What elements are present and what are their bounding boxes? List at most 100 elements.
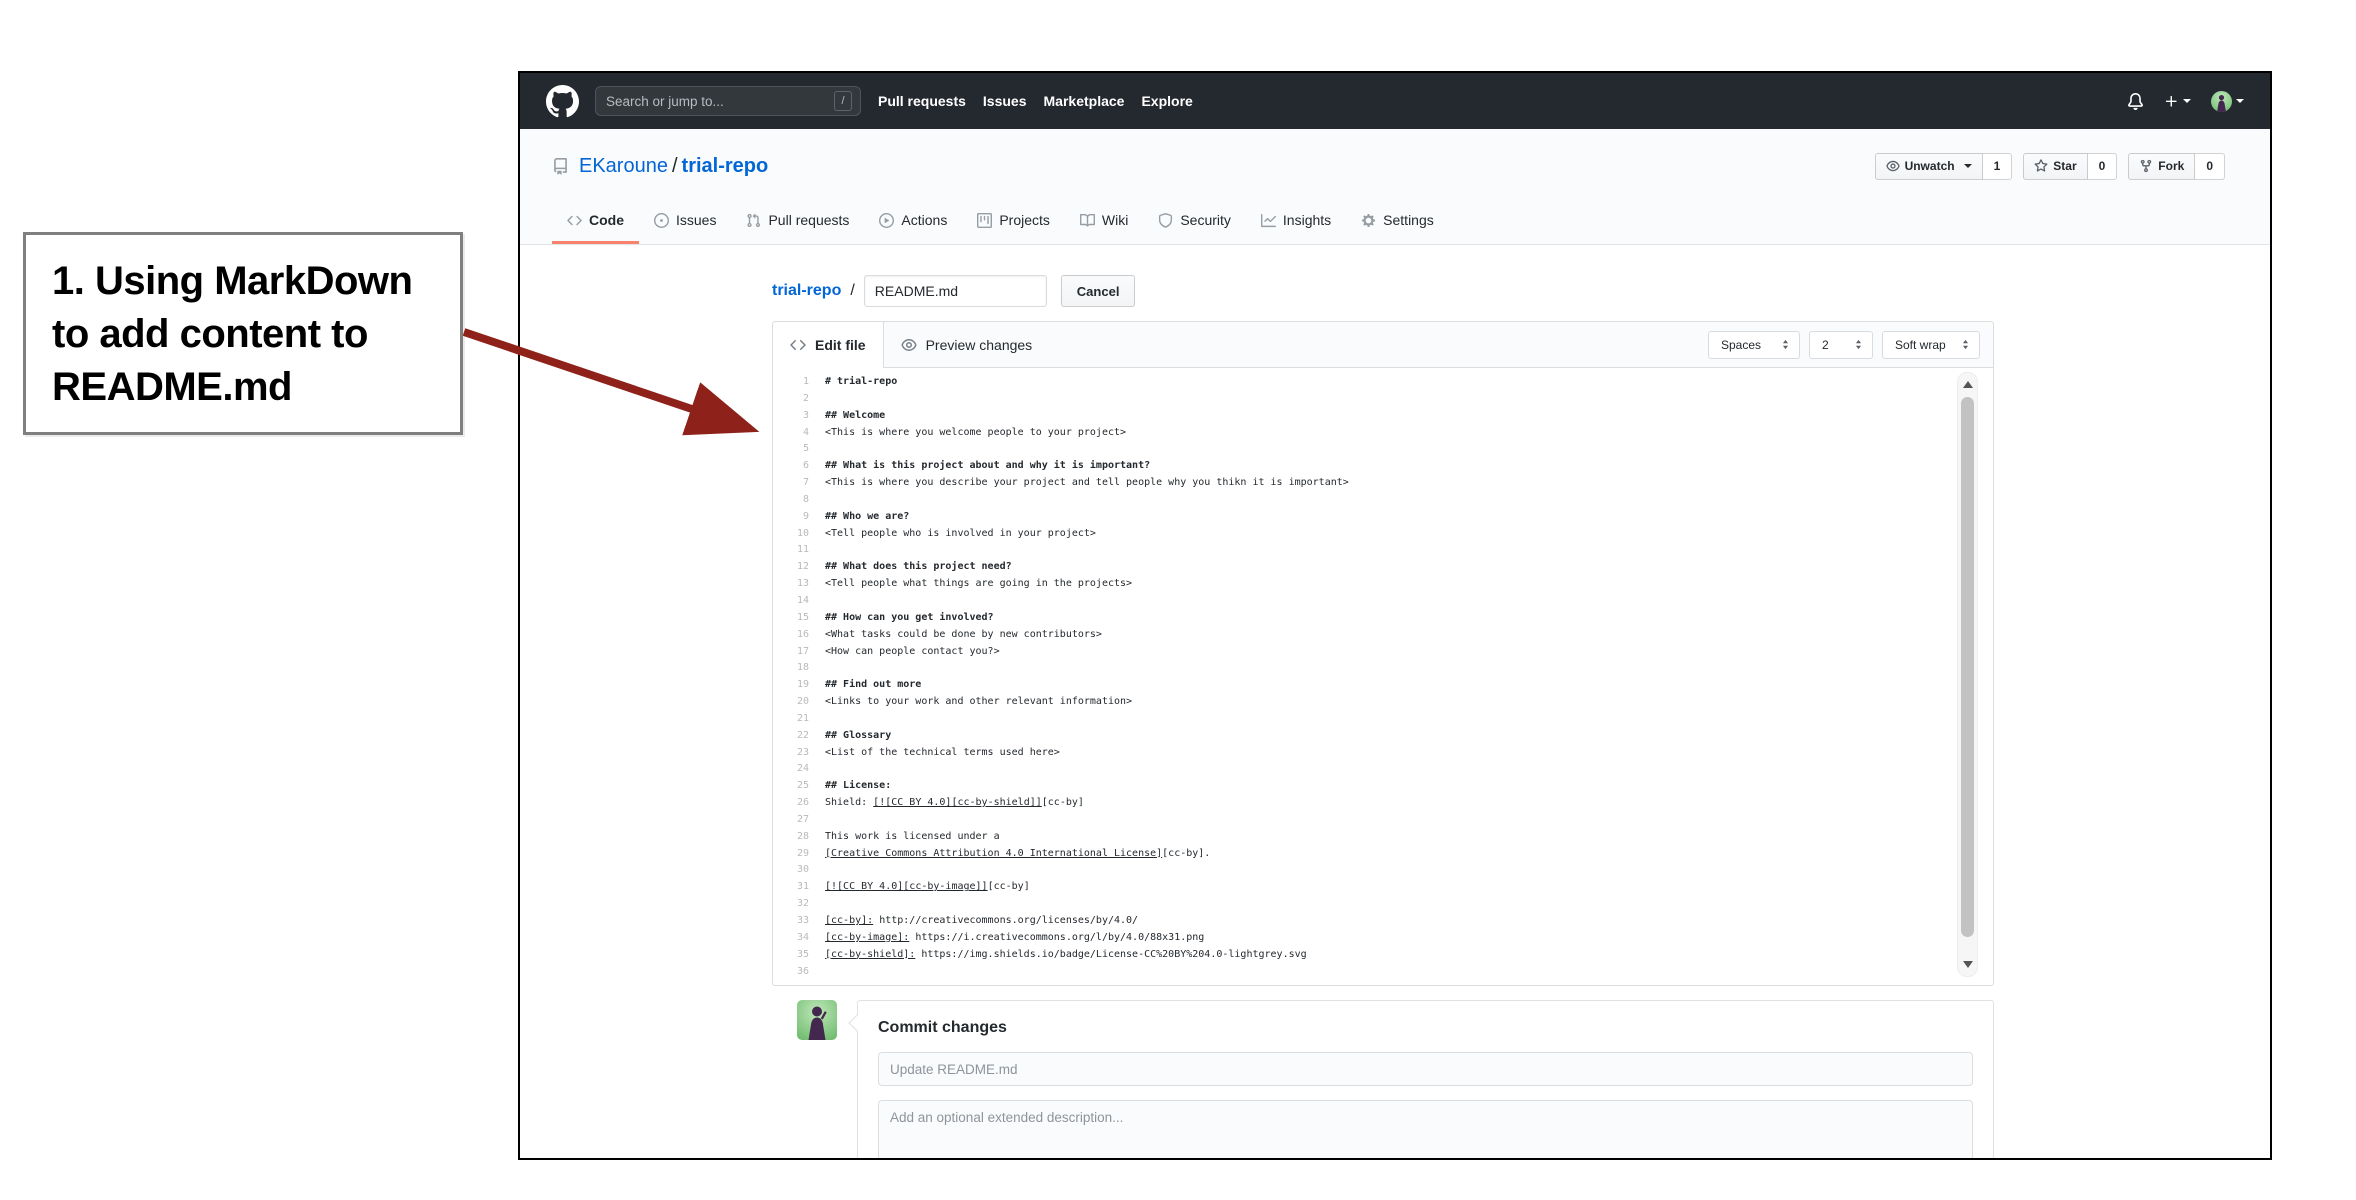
- repo-tab-insights[interactable]: Insights: [1246, 199, 1346, 244]
- tab-edit-file[interactable]: Edit file: [773, 322, 884, 369]
- repo-tab-security[interactable]: Security: [1143, 199, 1246, 244]
- commit-description-textarea[interactable]: [878, 1100, 1973, 1160]
- code-line: 32: [773, 896, 1993, 913]
- line-number: 3: [773, 408, 825, 425]
- star-icon: [2034, 159, 2048, 173]
- tab-label: Insights: [1283, 212, 1331, 228]
- breadcrumb-repo-link[interactable]: trial-repo: [772, 282, 841, 300]
- line-number: 14: [773, 593, 825, 610]
- code-text: ## How can you get involved?: [825, 610, 994, 627]
- filename-input[interactable]: [864, 275, 1047, 307]
- code-line: 23<List of the technical terms used here…: [773, 745, 1993, 762]
- code-text: [cc-by-image]: https://i.creativecommons…: [825, 930, 1204, 947]
- tab-label: Code: [589, 212, 624, 228]
- header-nav-issues[interactable]: Issues: [983, 93, 1027, 109]
- header-nav: Pull requests Issues Marketplace Explore: [878, 93, 1193, 109]
- line-number: 13: [773, 576, 825, 593]
- repo-action-unwatch: Unwatch1: [1875, 153, 2013, 180]
- tab-preview-changes[interactable]: Preview changes: [884, 322, 1050, 368]
- code-line: 35[cc-by-shield]: https://img.shields.io…: [773, 947, 1993, 964]
- editor-select-soft-wrap[interactable]: Soft wrap: [1882, 331, 1980, 359]
- scrollbar-thumb[interactable]: [1961, 397, 1974, 937]
- editor-select-spaces[interactable]: Spaces: [1708, 331, 1800, 359]
- create-new-menu[interactable]: [2164, 94, 2191, 109]
- code-line: 13<Tell people what things are going in …: [773, 576, 1993, 593]
- repo-tab-actions[interactable]: Actions: [864, 199, 962, 244]
- code-line: 2: [773, 391, 1993, 408]
- editor-scrollbar[interactable]: [1957, 372, 1978, 977]
- line-number: 2: [773, 391, 825, 408]
- star-count[interactable]: 0: [2088, 153, 2118, 180]
- repo-owner-link[interactable]: EKaroune: [579, 155, 668, 177]
- repo-tab-wiki[interactable]: Wiki: [1065, 199, 1143, 244]
- tab-label: Projects: [999, 212, 1050, 228]
- code-text: <List of the technical terms used here>: [825, 745, 1060, 762]
- code-line: 11: [773, 542, 1993, 559]
- code-text: This work is licensed under a: [825, 829, 1000, 846]
- header-nav-pull-requests[interactable]: Pull requests: [878, 93, 966, 109]
- button-label: Fork: [2158, 159, 2184, 173]
- code-text: <How can people contact you?>: [825, 644, 1000, 661]
- code-text: <Links to your work and other relevant i…: [825, 694, 1132, 711]
- line-number: 19: [773, 677, 825, 694]
- line-number: 17: [773, 644, 825, 661]
- select-value: 2: [1822, 338, 1829, 352]
- code-line: 18: [773, 660, 1993, 677]
- code-text: ## What is this project about and why it…: [825, 458, 1150, 475]
- bell-icon[interactable]: [2127, 93, 2144, 110]
- github-logo-icon[interactable]: [546, 85, 579, 118]
- line-number: 26: [773, 795, 825, 812]
- fork-button[interactable]: Fork: [2128, 153, 2195, 180]
- editor-header: Edit file Preview changes Spaces 2 Soft wr…: [773, 322, 1993, 368]
- code-line: 3## Welcome: [773, 408, 1993, 425]
- code-lines: 1# trial-repo23## Welcome4<This is where…: [773, 374, 1993, 980]
- code-text: # trial-repo: [825, 374, 897, 391]
- line-number: 7: [773, 475, 825, 492]
- line-number: 33: [773, 913, 825, 930]
- code-line: 9## Who we are?: [773, 509, 1993, 526]
- repo-tab-settings[interactable]: Settings: [1346, 199, 1449, 244]
- editor-select-2[interactable]: 2: [1809, 331, 1873, 359]
- search-shortcut-key: /: [834, 91, 852, 111]
- pr-icon: [746, 213, 761, 228]
- search-placeholder: Search or jump to...: [606, 94, 834, 109]
- repo-name-link[interactable]: trial-repo: [682, 155, 769, 177]
- code-line: 26Shield: [![CC BY 4.0][cc-by-shield]][c…: [773, 795, 1993, 812]
- search-input[interactable]: Search or jump to... /: [595, 86, 861, 116]
- repo-tab-code[interactable]: Code: [552, 199, 639, 244]
- code-line: 16<What tasks could be done by new contr…: [773, 627, 1993, 644]
- scroll-up-arrow-icon[interactable]: [1963, 381, 1973, 388]
- line-number: 24: [773, 761, 825, 778]
- tab-label: Edit file: [815, 337, 866, 353]
- user-menu[interactable]: [2211, 91, 2244, 112]
- star-button[interactable]: Star: [2023, 153, 2087, 180]
- line-number: 29: [773, 846, 825, 863]
- code-text: ## Glossary: [825, 728, 891, 745]
- code-line: 4<This is where you welcome people to yo…: [773, 425, 1993, 442]
- line-number: 36: [773, 964, 825, 981]
- scroll-down-arrow-icon[interactable]: [1963, 961, 1973, 968]
- cancel-button[interactable]: Cancel: [1061, 275, 1136, 307]
- line-number: 9: [773, 509, 825, 526]
- code-text: [Creative Commons Attribution 4.0 Intern…: [825, 846, 1210, 863]
- line-number: 21: [773, 711, 825, 728]
- code-line: 25## License:: [773, 778, 1993, 795]
- unwatch-count[interactable]: 1: [1983, 153, 2013, 180]
- header-nav-explore[interactable]: Explore: [1141, 93, 1192, 109]
- shield-icon: [1158, 213, 1173, 228]
- fork-count[interactable]: 0: [2195, 153, 2225, 180]
- code-line: 27: [773, 812, 1993, 829]
- tab-label: Wiki: [1102, 212, 1128, 228]
- commit-summary-input[interactable]: [878, 1052, 1973, 1086]
- unwatch-button[interactable]: Unwatch: [1875, 153, 1983, 180]
- repo-tab-projects[interactable]: Projects: [962, 199, 1065, 244]
- header-nav-marketplace[interactable]: Marketplace: [1044, 93, 1125, 109]
- code-line: 5: [773, 441, 1993, 458]
- code-editor[interactable]: 1# trial-repo23## Welcome4<This is where…: [773, 368, 1993, 985]
- repo-tab-pull-requests[interactable]: Pull requests: [731, 199, 864, 244]
- stepper-icon: [1780, 339, 1791, 350]
- line-number: 6: [773, 458, 825, 475]
- repo-action-fork: Fork 0: [2128, 153, 2225, 180]
- repo-tab-issues[interactable]: Issues: [639, 199, 731, 244]
- annotation-callout: 1. Using MarkDown to add content to READ…: [23, 232, 463, 435]
